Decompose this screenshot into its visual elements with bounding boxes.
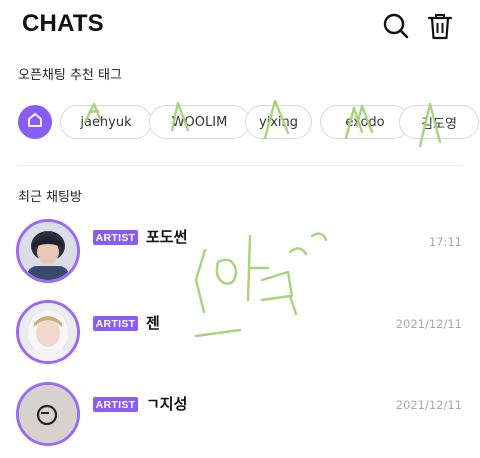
tag-home-button[interactable]: [18, 105, 52, 139]
chat-time: 2021/12/11: [395, 398, 462, 412]
chat-time: 17:11: [428, 235, 462, 249]
tag-list: jaehyuk WOOLIM yixing exodo 김도영: [18, 105, 480, 139]
artist-badge: ARTIST: [93, 230, 138, 245]
chat-row[interactable]: ARTIST ㄱ지성 2021/12/11: [0, 382, 480, 452]
recent-section-label: 최근 채팅방: [18, 190, 82, 205]
artist-badge: ARTIST: [93, 316, 138, 331]
tag-chip-woolim[interactable]: WOOLIM: [149, 105, 250, 139]
chat-name: 젠: [146, 314, 160, 332]
chat-row[interactable]: ARTIST 포도썬 17:11: [0, 219, 480, 289]
tags-section-label: 오픈채팅 추천 태그: [18, 68, 122, 83]
search-icon[interactable]: [381, 11, 411, 41]
home-icon: [26, 111, 44, 133]
chat-time: 2021/12/11: [395, 317, 462, 331]
avatar: [16, 300, 80, 364]
chat-name: 포도썬: [146, 228, 188, 246]
avatar: [16, 382, 80, 446]
tag-chip-exodo[interactable]: exodo: [320, 105, 410, 139]
chat-name: ㄱ지성: [146, 395, 188, 413]
header: CHATS: [0, 0, 480, 52]
tag-chip-jaehyuk[interactable]: jaehyuk: [60, 105, 152, 139]
chat-row[interactable]: ARTIST 젠 2021/12/11: [0, 300, 480, 370]
tag-chip-kimdoyoung[interactable]: 김도영: [399, 105, 479, 139]
trash-icon[interactable]: [425, 11, 455, 41]
tag-chip-yixing[interactable]: yixing: [245, 105, 312, 139]
avatar: [16, 219, 80, 283]
artist-badge: ARTIST: [93, 397, 138, 412]
page-title: CHATS: [22, 10, 104, 37]
divider: [18, 165, 462, 166]
